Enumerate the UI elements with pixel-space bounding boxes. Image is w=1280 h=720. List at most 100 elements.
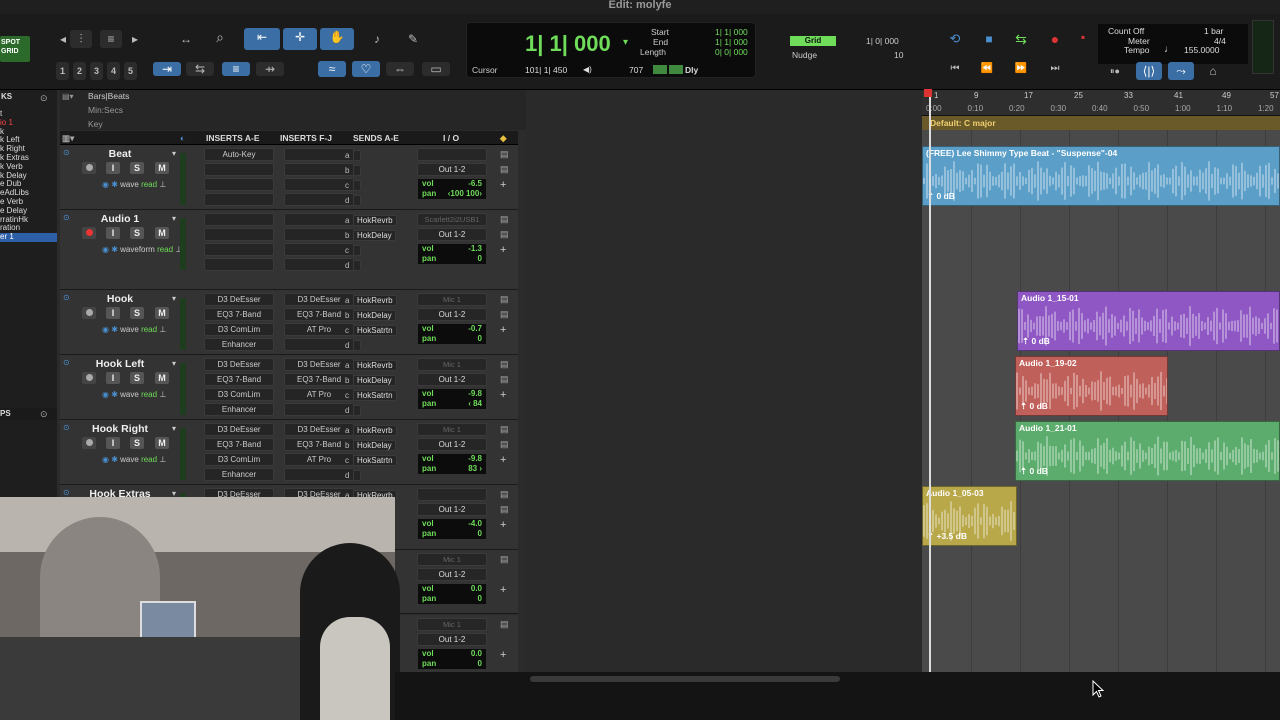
automation-mode[interactable]: read [141,325,157,334]
insert-slot[interactable] [284,228,354,241]
send-slot[interactable]: c [345,245,405,258]
track-row[interactable]: ⊙ Hook Left ▾ I S M ◉ ✱ wave read ⊥ D3 DeEsser D… [60,355,518,420]
audio-clip[interactable]: Audio 1_05-03 ⇡ +3.5 dB [922,486,1017,546]
input-monitor-button[interactable]: I [106,372,120,384]
track-list-item[interactable]: eAdLibs [0,189,57,198]
add-slot-icon[interactable]: ▤ [500,309,509,320]
selector-tool-icon[interactable]: ✛ [283,28,317,50]
add-send-icon[interactable]: + [500,649,506,661]
stop-icon[interactable]: ■ [978,30,1000,48]
playlist-icon[interactable]: ⊥ [159,455,166,464]
insert-slot[interactable]: D3 DeEsser [284,358,354,371]
insert-slot[interactable]: D3 DeEsser [204,293,274,306]
trim-tool-icon[interactable]: ⇤ [244,28,280,50]
playlist-icon[interactable]: ⊥ [159,180,166,189]
insert-slot[interactable]: D3 ComLim [204,453,274,466]
add-send-icon[interactable]: + [500,519,506,531]
comments-icon[interactable]: ▤ [500,554,509,565]
insert-slot[interactable]: Enhancer [204,403,274,416]
record-arm-button[interactable] [82,372,96,384]
send-slot[interactable]: c HokSatrtn [345,390,405,403]
add-send-icon[interactable]: + [500,389,506,401]
track-list-item[interactable]: k [0,128,57,137]
track-row[interactable]: ⊙ Hook ▾ I S M ◉ ✱ wave read ⊥ D3 DeEsser D3 DeE… [60,290,518,355]
key-signature-ruler[interactable]: Default: C major [922,116,1280,130]
return-to-zero-icon[interactable]: ⏮ [944,60,966,78]
record-arm-button[interactable] [82,162,96,174]
insert-slot[interactable]: AT Pro [284,388,354,401]
output-selector[interactable]: Out 1-2 [417,373,487,386]
volume-pan-display[interactable]: vol -1.3 pan 0 [417,243,487,265]
automation-mode[interactable]: read [141,455,157,464]
tracks-menu-icon[interactable]: ⊙ [40,93,48,104]
zoom-tool-icon[interactable]: ⌕ [209,28,231,46]
insert-slot[interactable] [204,178,274,191]
track-expand-icon[interactable]: ⊙ [63,293,70,302]
add-slot-icon[interactable]: ▤ [500,374,509,385]
volume-pan-display[interactable]: vol -4.0 pan 0 [417,518,487,540]
input-monitor-button[interactable]: I [106,307,120,319]
track-list-item[interactable]: k Right [0,145,57,154]
insert-slot[interactable] [204,213,274,226]
send-slot[interactable]: b HokDelay [345,440,405,453]
track-expand-icon[interactable]: ⊙ [63,423,70,432]
insert-slot[interactable]: EQ3 7-Band [284,438,354,451]
mute-button[interactable]: M [155,162,169,174]
volume-value[interactable]: 0.0 [471,649,482,659]
insert-slot[interactable] [284,148,354,161]
conductor-icon[interactable]: ⤳ [1168,62,1194,80]
track-name-menu-icon[interactable]: ▾ [172,424,176,433]
insert-slot[interactable] [204,243,274,256]
insert-slot[interactable]: EQ3 7-Band [204,308,274,321]
length-value[interactable]: 0| 0| 000 [715,47,748,57]
insert-slot[interactable] [204,258,274,271]
play-loop-icon[interactable]: ⇆ [1010,30,1032,48]
send-slot[interactable]: c [345,180,405,193]
input-selector[interactable]: Mic 1 [417,618,487,631]
comments-icon[interactable]: ▤ [500,149,509,160]
input-selector[interactable]: Mic 1 [417,423,487,436]
track-options-icon[interactable]: ▥▾ [62,133,74,144]
track-list-item[interactable]: io 1 [0,119,57,128]
comments-icon[interactable]: ▤ [500,619,509,630]
automation-mode[interactable]: read [141,180,157,189]
clip-gain[interactable]: ⇡ 0 dB [1020,466,1048,477]
track-view-selector[interactable]: ◉ ✱ wave read ⊥ [102,180,166,189]
insert-slot[interactable]: D3 ComLim [204,388,274,401]
send-slot[interactable]: a HokRevrb [345,215,405,228]
pan-value[interactable]: ‹ 84 [468,399,482,409]
min-secs-ruler-label[interactable]: Min:Secs [88,105,123,115]
insert-slot[interactable] [284,338,354,351]
send-slot[interactable]: b HokDelay [345,375,405,388]
delay-compensation-icon[interactable] [653,65,667,74]
insert-slot[interactable] [284,163,354,176]
volume-pan-display[interactable]: vol -0.7 pan 0 [417,323,487,345]
add-send-icon[interactable]: + [500,244,506,256]
insert-slot[interactable] [284,468,354,481]
send-slot[interactable]: c HokSatrtn [345,325,405,338]
insert-slot[interactable] [204,193,274,206]
add-send-icon[interactable]: + [500,454,506,466]
playhead-cursor[interactable] [929,90,931,672]
ruler-options-icon[interactable]: ▤▾ [62,92,74,101]
send-slot[interactable]: d [345,470,405,483]
track-view-selector[interactable]: ◉ ✱ wave read ⊥ [102,455,166,464]
add-send-icon[interactable]: + [500,179,506,191]
track-name[interactable]: Hook [70,293,170,305]
input-monitor-button[interactable]: I [106,162,120,174]
send-slot[interactable]: d [345,405,405,418]
pan-value[interactable]: 83 › [468,464,482,474]
clip-gain[interactable]: ⇡ 0 dB [1020,401,1048,412]
keyboard-focus-icon[interactable]: ≈ [318,61,346,77]
input-selector[interactable]: Mic 1 [417,553,487,566]
timeline-ruler[interactable]: 1 9 17 25 33 41 49 57 0:00 0:10 0:20 0:30 0:40 0:50 1:… [922,90,1280,116]
comments-icon[interactable]: ▤ [500,359,509,370]
send-slot[interactable]: b HokDelay [345,230,405,243]
track-list-item[interactable]: t [0,110,57,119]
insert-slot[interactable]: D3 DeEsser [284,423,354,436]
track-view-selector[interactable]: ◉ ✱ wave read ⊥ [102,390,166,399]
record-arm-button[interactable] [82,437,96,449]
mute-button[interactable]: M [155,372,169,384]
solo-button[interactable]: S [130,307,144,319]
record-arm-button[interactable] [82,307,96,319]
